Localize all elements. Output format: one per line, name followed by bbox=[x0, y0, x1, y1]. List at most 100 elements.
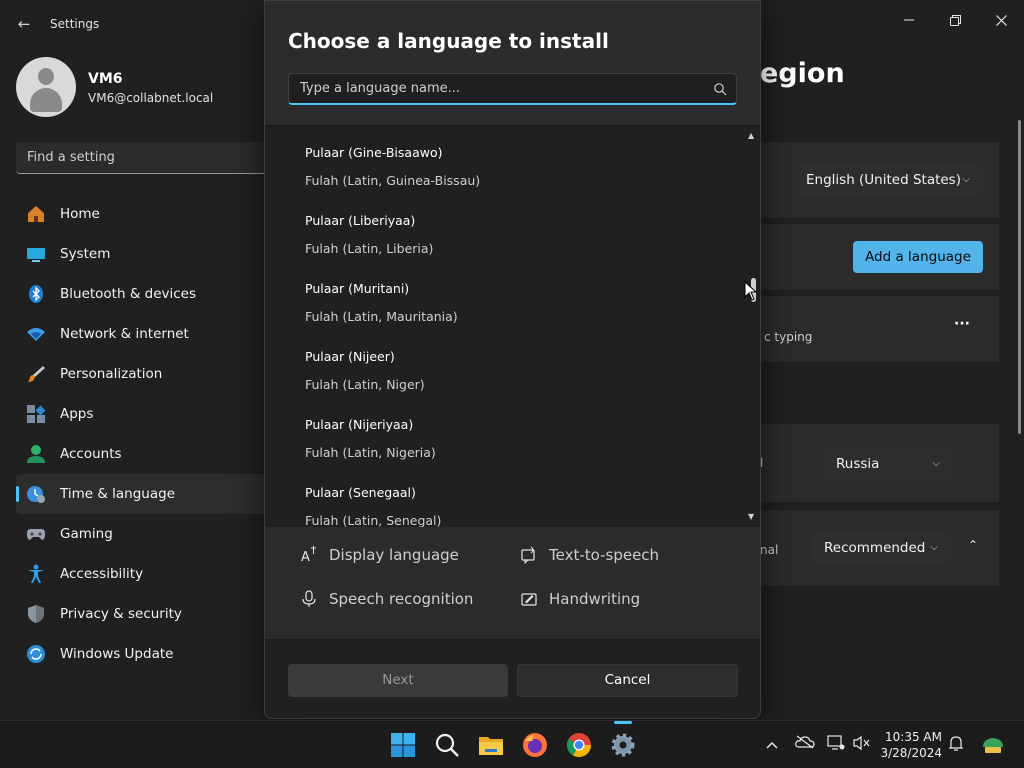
sidebar-item-label: Home bbox=[60, 206, 100, 222]
back-button[interactable]: ← bbox=[12, 12, 36, 36]
language-list[interactable]: Pulaar (Gine-Bisaawo) Fulah (Latin, Guin… bbox=[265, 125, 760, 527]
minimize-icon bbox=[904, 19, 914, 21]
feature-display-language: A Display language bbox=[301, 546, 459, 565]
next-button[interactable]: Next bbox=[288, 664, 508, 697]
user-email: VM6@collabnet.local bbox=[88, 91, 214, 105]
system-icon bbox=[26, 244, 46, 264]
display-language-card: English (United States) ⌵ bbox=[760, 142, 999, 218]
sidebar-item-personalization[interactable]: Personalization bbox=[16, 354, 276, 394]
sidebar-item-label: Gaming bbox=[60, 526, 113, 542]
list-item[interactable]: Pulaar (Nijeriyaa) Fulah (Latin, Nigeria… bbox=[305, 417, 725, 477]
dropdown-value: Recommended bbox=[824, 540, 926, 556]
cancel-button[interactable]: Cancel bbox=[517, 664, 738, 697]
network-tray-button[interactable] bbox=[826, 735, 846, 755]
language-name: Pulaar (Nijeriyaa) bbox=[305, 417, 414, 432]
sidebar-item-accounts[interactable]: Accounts bbox=[16, 434, 276, 474]
shield-icon bbox=[26, 604, 46, 624]
weather-widget-icon bbox=[983, 738, 1003, 753]
minimize-button[interactable] bbox=[886, 4, 932, 36]
file-explorer-button[interactable] bbox=[477, 731, 505, 759]
chrome-button[interactable] bbox=[565, 731, 593, 759]
system-clock[interactable]: 10:35 AM 3/28/2024 bbox=[880, 729, 942, 761]
sidebar-item-windows-update[interactable]: Windows Update bbox=[16, 634, 276, 674]
text-to-speech-icon bbox=[521, 546, 537, 565]
language-entry-subtitle: c typing bbox=[764, 330, 813, 344]
apps-icon bbox=[26, 404, 46, 424]
dialog-title: Choose a language to install bbox=[288, 29, 609, 53]
scroll-up-arrow-icon[interactable]: ▲ bbox=[748, 131, 754, 140]
user-name: VM6 bbox=[88, 71, 123, 87]
language-description: Fulah (Latin, Liberia) bbox=[305, 241, 434, 256]
sidebar-item-gaming[interactable]: Gaming bbox=[16, 514, 276, 554]
add-language-button[interactable]: Add a language bbox=[853, 241, 983, 273]
list-item[interactable]: Pulaar (Gine-Bisaawo) Fulah (Latin, Guin… bbox=[305, 145, 725, 205]
page-scrollbar[interactable] bbox=[1018, 120, 1021, 434]
sidebar-item-system[interactable]: System bbox=[16, 234, 276, 274]
find-setting-input[interactable]: Find a setting bbox=[16, 142, 276, 174]
start-button[interactable] bbox=[389, 731, 417, 759]
sidebar-item-label: Privacy & security bbox=[60, 606, 182, 622]
notifications-button[interactable] bbox=[946, 735, 966, 755]
country-dropdown[interactable]: Russia ⌵ bbox=[824, 448, 952, 480]
microphone-icon bbox=[301, 590, 317, 608]
close-button[interactable] bbox=[978, 4, 1024, 36]
avatar bbox=[16, 57, 76, 117]
maximize-button[interactable] bbox=[932, 4, 978, 36]
onedrive-tray-button[interactable] bbox=[795, 735, 815, 755]
show-hidden-icons-button[interactable] bbox=[762, 735, 782, 755]
language-entry-card: c typing ··· bbox=[760, 296, 999, 362]
language-name: Pulaar (Gine-Bisaawo) bbox=[305, 145, 443, 160]
sidebar-item-network[interactable]: Network & internet bbox=[16, 314, 276, 354]
language-name: Pulaar (Senegaal) bbox=[305, 485, 416, 500]
bell-icon bbox=[948, 736, 964, 751]
chevron-up-icon[interactable]: ⌃ bbox=[968, 538, 978, 552]
dialog-footer: Next Cancel bbox=[265, 639, 760, 718]
settings-taskbar-button[interactable] bbox=[609, 731, 637, 759]
language-search-box[interactable] bbox=[288, 73, 737, 105]
language-name: Pulaar (Nijeer) bbox=[305, 349, 395, 364]
page-title: egion bbox=[760, 58, 845, 89]
list-item[interactable]: Pulaar (Muritani) Fulah (Latin, Mauritan… bbox=[305, 281, 725, 341]
chevron-down-icon: ⌵ bbox=[932, 458, 940, 469]
region-card: l Russia ⌵ bbox=[760, 424, 999, 502]
regional-format-dropdown[interactable]: Recommended ⌵ bbox=[812, 532, 950, 564]
list-item[interactable]: Pulaar (Nijeer) Fulah (Latin, Niger) bbox=[305, 349, 725, 409]
more-options-icon[interactable]: ··· bbox=[954, 316, 970, 332]
sidebar-item-home[interactable]: Home bbox=[16, 194, 276, 234]
handwriting-icon bbox=[521, 590, 537, 608]
language-description: Fulah (Latin, Mauritania) bbox=[305, 309, 458, 324]
cloud-offline-icon bbox=[795, 735, 815, 749]
volume-tray-button[interactable] bbox=[852, 735, 872, 755]
chevron-down-icon: ⌵ bbox=[962, 174, 970, 185]
language-search-input[interactable] bbox=[300, 74, 700, 103]
sidebar-item-accessibility[interactable]: Accessibility bbox=[16, 554, 276, 594]
gaming-icon bbox=[26, 524, 46, 544]
active-app-indicator bbox=[614, 721, 632, 724]
sidebar-item-label: Accounts bbox=[60, 446, 122, 462]
widgets-button[interactable] bbox=[980, 735, 1006, 755]
search-button[interactable] bbox=[433, 731, 461, 759]
sidebar-item-label: Apps bbox=[60, 406, 94, 422]
sidebar-item-label: Personalization bbox=[60, 366, 163, 382]
language-description: Fulah (Latin, Niger) bbox=[305, 377, 425, 392]
folder-icon bbox=[479, 737, 503, 755]
time-language-icon bbox=[26, 484, 46, 504]
feature-label: Handwriting bbox=[549, 590, 641, 608]
search-icon[interactable] bbox=[713, 82, 727, 96]
display-language-icon: A bbox=[301, 546, 317, 565]
sidebar-item-bluetooth[interactable]: Bluetooth & devices bbox=[16, 274, 276, 314]
choose-language-dialog: Choose a language to install Pulaar (Gin… bbox=[264, 0, 761, 719]
sidebar-item-apps[interactable]: Apps bbox=[16, 394, 276, 434]
sidebar-item-label: System bbox=[60, 246, 111, 262]
list-item[interactable]: Pulaar (Liberiyaa) Fulah (Latin, Liberia… bbox=[305, 213, 725, 273]
sidebar-item-privacy[interactable]: Privacy & security bbox=[16, 594, 276, 634]
wifi-icon bbox=[26, 324, 46, 344]
list-item[interactable]: Pulaar (Senegaal) Fulah (Latin, Senegal) bbox=[305, 485, 725, 527]
firefox-button[interactable] bbox=[521, 731, 549, 759]
feature-text-to-speech: Text-to-speech bbox=[521, 546, 659, 565]
clock-time: 10:35 AM bbox=[885, 730, 942, 744]
display-language-dropdown[interactable]: English (United States) ⌵ bbox=[794, 164, 982, 196]
gear-icon bbox=[611, 733, 635, 757]
scroll-down-arrow-icon[interactable]: ▼ bbox=[748, 512, 754, 521]
sidebar-item-time-language[interactable]: Time & language bbox=[16, 474, 276, 514]
